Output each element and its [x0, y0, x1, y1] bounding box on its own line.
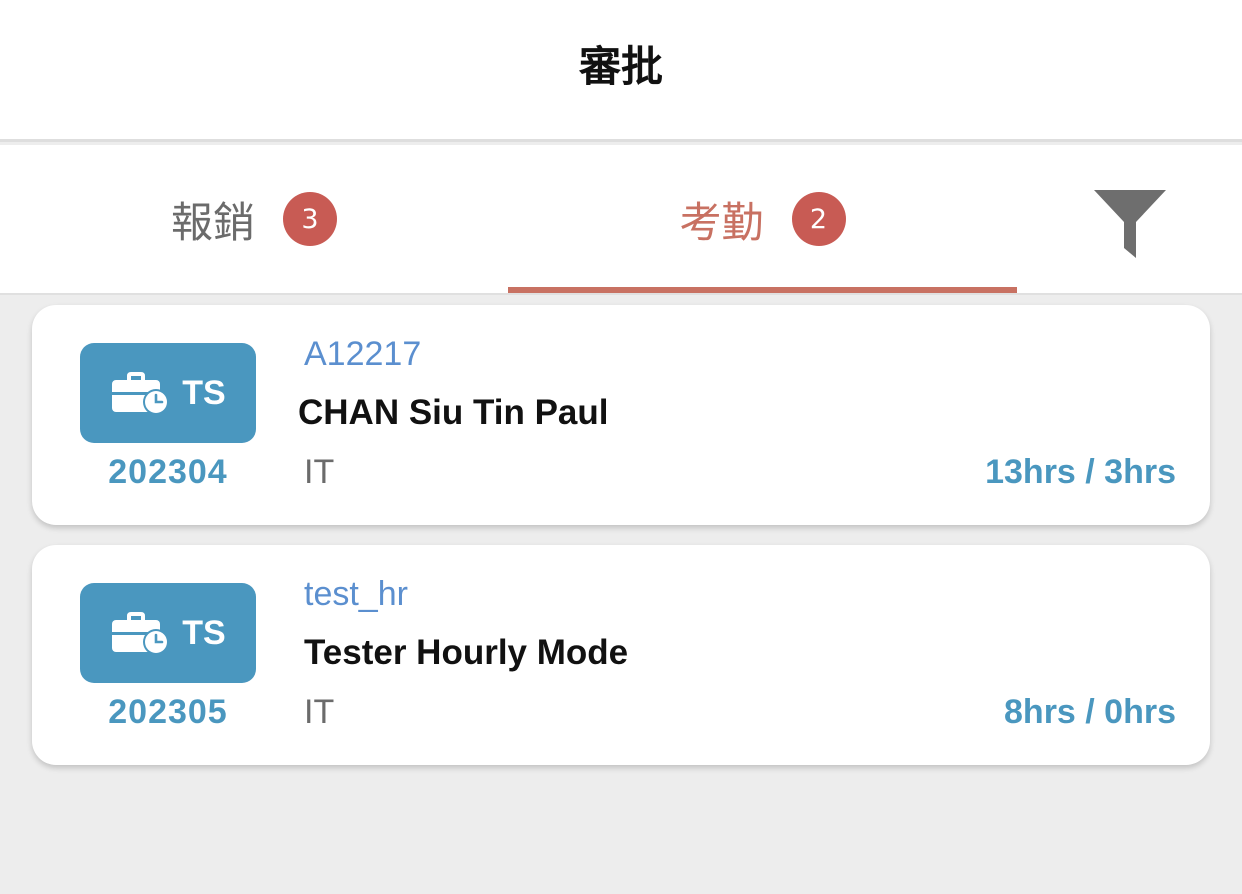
hours-summary: 8hrs / 0hrs: [1004, 693, 1176, 731]
employee-name: Tester Hourly Mode: [304, 633, 629, 672]
department-label: IT: [304, 453, 335, 491]
briefcase-clock-icon: [112, 612, 170, 655]
timesheet-type-label: TS: [182, 373, 226, 412]
period-label: 202305: [108, 693, 228, 731]
tab-bar: 報銷 3 考勤 2: [0, 145, 1242, 295]
list-item[interactable]: TS 202305 test_hr Tester Hourly Mode IT …: [32, 545, 1210, 765]
employee-id: A12217: [304, 335, 422, 373]
app-header: 審批: [0, 0, 1242, 142]
tab-attendance-badge: 2: [791, 192, 846, 246]
tab-attendance-label: 考勤: [679, 197, 764, 247]
timesheet-type-badge: TS: [80, 343, 256, 443]
active-tab-indicator: [508, 287, 1017, 293]
employee-name: CHAN Siu Tin Paul: [298, 393, 609, 432]
department-label: IT: [304, 693, 335, 731]
list-item[interactable]: TS 202304 A12217 CHAN Siu Tin Paul IT 13…: [32, 305, 1210, 525]
tab-expense-label: 報銷: [170, 197, 255, 247]
hours-summary: 13hrs / 3hrs: [985, 453, 1176, 491]
briefcase-clock-icon: [112, 372, 170, 415]
timesheet-type-badge: TS: [80, 583, 256, 683]
tab-expense-badge: 3: [283, 192, 337, 246]
employee-id: test_hr: [304, 575, 408, 613]
tab-attendance[interactable]: 考勤 2: [508, 145, 1017, 293]
timesheet-type-label: TS: [182, 613, 226, 652]
page-title: 審批: [578, 42, 663, 91]
tab-expense[interactable]: 報銷 3: [0, 145, 508, 293]
filter-button[interactable]: [1090, 185, 1170, 261]
period-label: 202304: [108, 453, 228, 491]
filter-icon: [1094, 190, 1166, 258]
